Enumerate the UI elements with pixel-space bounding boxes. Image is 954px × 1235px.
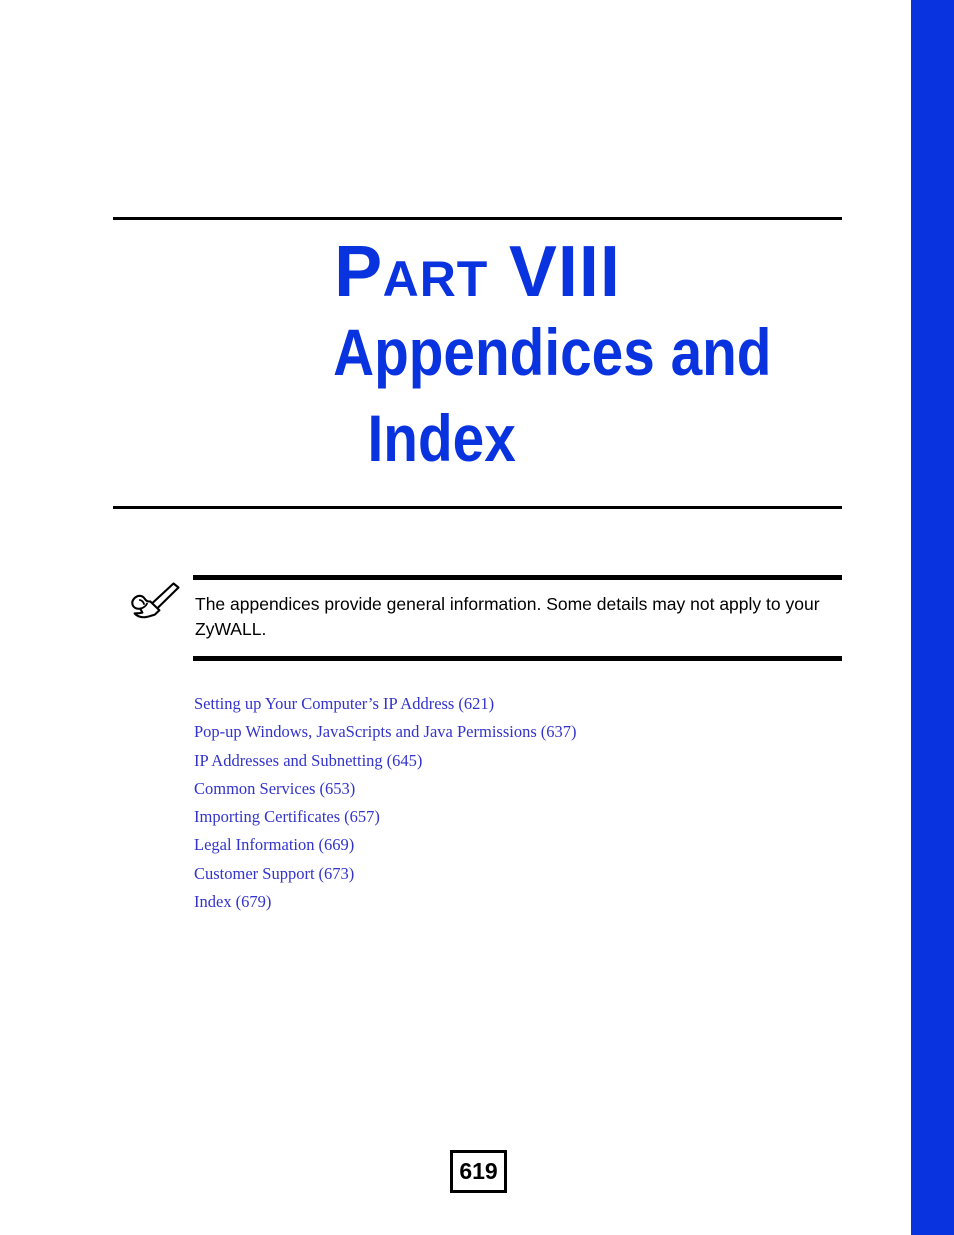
link-page: (679)	[235, 892, 272, 912]
page-number-box: 619	[450, 1150, 507, 1193]
link-page: (645)	[386, 750, 423, 770]
title-spacer	[113, 482, 842, 506]
link-label: Pop-up Windows, JavaScripts and Java Per…	[194, 722, 537, 742]
link-page: (673)	[318, 863, 355, 883]
note-body: The appendices provide general informati…	[193, 575, 842, 661]
part-word-lead: P	[334, 232, 383, 312]
note-text: The appendices provide general informati…	[195, 594, 820, 639]
part-title-inner: PART VIII Appendices and Index	[113, 220, 842, 506]
part-title-bottom-rule	[113, 505, 842, 509]
link-label: IP Addresses and Subnetting	[194, 750, 383, 770]
page-edge-blue-bar	[911, 0, 954, 1235]
link-popup-windows-javascripts-java[interactable]: Pop-up Windows, JavaScripts and Java Per…	[194, 718, 834, 746]
link-label: Importing Certificates	[194, 807, 341, 827]
link-setting-up-ip-address[interactable]: Setting up Your Computer’s IP Address (62…	[194, 690, 834, 718]
page-number: 619	[459, 1158, 498, 1184]
part-title-block: PART VIII Appendices and Index	[113, 217, 842, 509]
link-label: Setting up Your Computer’s IP Address	[194, 694, 455, 713]
part-title-line-2: Index	[367, 400, 516, 475]
link-label: Legal Information	[194, 835, 315, 855]
link-label: Customer Support	[194, 863, 315, 883]
appendix-link-list: Setting up Your Computer’s IP Address (62…	[194, 690, 834, 916]
part-designator: PART VIII	[113, 220, 842, 310]
document-page: PART VIII Appendices and Index The appen…	[0, 0, 954, 1235]
link-legal-information[interactable]: Legal Information (669)	[194, 831, 834, 859]
link-ip-addresses-and-subnetting[interactable]: IP Addresses and Subnetting (645)	[194, 747, 834, 775]
link-page: (621)	[458, 694, 495, 713]
link-page: (637)	[540, 722, 577, 742]
writing-hand-icon	[126, 579, 184, 623]
part-title-line-1: Appendices and	[333, 315, 772, 389]
note-bottom-bar	[193, 655, 842, 661]
link-label: Common Services	[194, 778, 316, 798]
link-page: (657)	[344, 807, 380, 827]
part-title: Appendices and Index	[215, 310, 842, 482]
note-callout: The appendices provide general informati…	[113, 575, 842, 661]
link-page: (669)	[318, 835, 355, 855]
link-index[interactable]: Index (679)	[194, 888, 834, 916]
part-word-rest: ART	[382, 251, 489, 307]
link-importing-certificates[interactable]: Importing Certificates (657)	[194, 803, 834, 831]
part-number: VIII	[508, 232, 621, 312]
link-customer-support[interactable]: Customer Support (673)	[194, 860, 834, 888]
link-common-services[interactable]: Common Services (653)	[194, 775, 834, 803]
link-page: (653)	[319, 778, 356, 798]
link-label: Index	[194, 892, 232, 912]
